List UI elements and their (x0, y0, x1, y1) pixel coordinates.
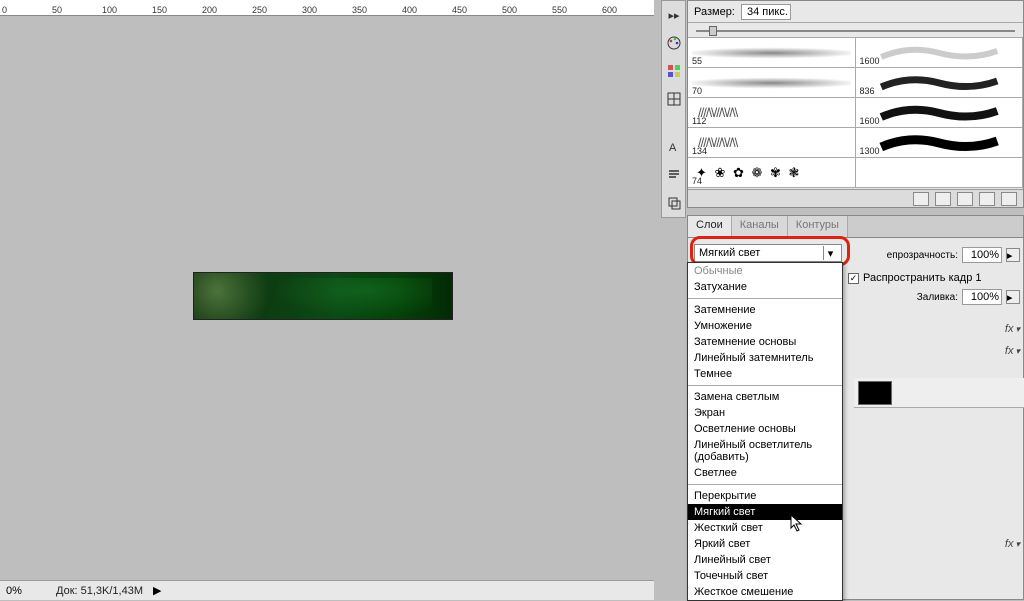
blend-option[interactable]: Экран (688, 405, 842, 421)
side-icon-strip: ▸▸ A (661, 0, 686, 218)
collapse-icon[interactable]: ▸▸ (664, 5, 684, 25)
blend-option[interactable]: Точечный свет (688, 568, 842, 584)
propagate-label: Распространить кадр 1 (863, 272, 981, 284)
char-icon[interactable]: A (664, 137, 684, 157)
fx-badge[interactable]: fx▾ (1005, 320, 1020, 338)
blend-option[interactable]: Жесткий свет (688, 520, 842, 536)
footer-btn[interactable] (979, 192, 995, 206)
blend-option[interactable]: Жесткое смешение (688, 584, 842, 600)
brush-preset[interactable] (856, 158, 1024, 188)
opacity-flyout[interactable]: ▸ (1006, 248, 1020, 262)
blend-option[interactable]: Линейный осветлитель (добавить) (688, 437, 842, 465)
ruler-tick-label: 200 (202, 5, 217, 15)
footer-btn[interactable] (935, 192, 951, 206)
blend-option[interactable]: Темнее (688, 366, 842, 382)
blend-option[interactable]: Яркий свет (688, 536, 842, 552)
brush-preset[interactable]: 55 (688, 38, 856, 68)
opacity-input[interactable] (962, 247, 1002, 263)
fx-badge[interactable]: fx▾ (1005, 342, 1020, 360)
ruler-tick-label: 600 (602, 5, 617, 15)
blend-option[interactable]: Затемнение (688, 302, 842, 318)
fill-input[interactable] (962, 289, 1002, 305)
blend-option[interactable]: Светлее (688, 465, 842, 481)
propagate-checkbox[interactable]: ✓ Распространить кадр 1 (848, 270, 1020, 286)
blend-mode-select[interactable]: Мягкий свет ▾ (694, 244, 842, 262)
blend-option[interactable]: Замена светлым (688, 389, 842, 405)
blend-option-selected[interactable]: Мягкий свет (688, 504, 842, 520)
size-label: Размер: (694, 6, 735, 18)
cursor-icon (790, 514, 804, 535)
blend-option[interactable]: Умножение (688, 318, 842, 334)
fill-flyout[interactable]: ▸ (1006, 290, 1020, 304)
blend-option[interactable]: Линейный затемнитель (688, 350, 842, 366)
ruler-tick-label: 150 (152, 5, 167, 15)
ruler-tick-label: 350 (352, 5, 367, 15)
paragraph-icon[interactable] (664, 165, 684, 185)
dropdown-separator (688, 385, 842, 386)
ruler-tick-label: 450 (452, 5, 467, 15)
brush-footer (688, 189, 1023, 207)
blend-option[interactable]: Линейный свет (688, 552, 842, 568)
blend-option[interactable]: Затемнение основы (688, 334, 842, 350)
ruler-tick-label: 300 (302, 5, 317, 15)
blend-option[interactable]: Обычные (688, 263, 842, 279)
brush-preset[interactable]: 1600 (856, 38, 1024, 68)
footer-btn[interactable] (913, 192, 929, 206)
fx-badge[interactable]: fx▾ (1005, 535, 1020, 553)
layer-thumbnail (858, 381, 892, 405)
styles-icon[interactable] (664, 89, 684, 109)
brush-preset[interactable]: 134 (688, 128, 856, 158)
ruler-tick-label: 50 (52, 5, 62, 15)
dropdown-separator (688, 298, 842, 299)
zoom-value[interactable]: 0% (6, 585, 46, 597)
slider-thumb[interactable] (709, 26, 717, 36)
blend-option[interactable]: Затухание (688, 279, 842, 295)
blend-option[interactable]: Осветление основы (688, 421, 842, 437)
tab-paths[interactable]: Контуры (788, 216, 848, 237)
ruler-tick-label: 100 (102, 5, 117, 15)
dropdown-separator (688, 484, 842, 485)
palette-icon[interactable] (664, 33, 684, 53)
canvas-artwork[interactable] (193, 272, 453, 320)
brush-preset[interactable]: 1300 (856, 128, 1024, 158)
tab-layers[interactable]: Слои (688, 216, 732, 237)
blend-mode-dropdown[interactable]: Обычные Затухание Затемнение Умножение З… (687, 262, 843, 601)
brush-slider[interactable] (688, 23, 1023, 37)
brush-header: Размер: (688, 1, 1023, 23)
fill-label: Заливка: (917, 292, 958, 303)
blend-mode-value: Мягкий свет (699, 247, 760, 259)
blend-option[interactable]: Перекрытие (688, 488, 842, 504)
doc-size: Док: 51,3K/1,43M (56, 585, 143, 597)
ruler-tick-label: 500 (502, 5, 517, 15)
ruler-tick-label: 550 (552, 5, 567, 15)
canvas-area[interactable] (0, 16, 654, 580)
play-icon[interactable]: ▶ (153, 584, 161, 597)
brush-grid: 55 1600 70 836 112 1600 134 1300 74 (688, 37, 1023, 188)
size-input[interactable] (741, 4, 791, 20)
tab-channels[interactable]: Каналы (732, 216, 788, 237)
layer-row[interactable] (854, 378, 1024, 408)
ruler-tick-label: 0 (2, 5, 7, 15)
checkbox-box[interactable]: ✓ (848, 273, 859, 284)
status-bar: 0% Док: 51,3K/1,43M ▶ (0, 580, 654, 600)
ruler-tick-label: 250 (252, 5, 267, 15)
brush-preset[interactable]: 70 (688, 68, 856, 98)
svg-text:A: A (669, 142, 677, 154)
trash-icon[interactable] (1001, 192, 1017, 206)
ruler-tick-label: 400 (402, 5, 417, 15)
ruler-horizontal: 0 50 100 150 200 250 300 350 400 450 500… (0, 0, 654, 16)
right-controls: епрозрачность: ▸ ✓ Распространить кадр 1… (848, 244, 1020, 312)
brushes-panel: Размер: 55 1600 70 836 112 1600 134 1300… (687, 0, 1024, 208)
clone-icon[interactable] (664, 193, 684, 213)
opacity-label: епрозрачность: (887, 250, 958, 261)
brush-preset[interactable]: 836 (856, 68, 1024, 98)
footer-btn[interactable] (957, 192, 973, 206)
swatch-icon[interactable] (664, 61, 684, 81)
brush-preset[interactable]: 74 (688, 158, 856, 188)
panel-tabs: Слои Каналы Контуры (688, 216, 1023, 238)
chevron-down-icon[interactable]: ▾ (823, 246, 837, 260)
brush-preset[interactable]: 112 (688, 98, 856, 128)
brush-preset[interactable]: 1600 (856, 98, 1024, 128)
